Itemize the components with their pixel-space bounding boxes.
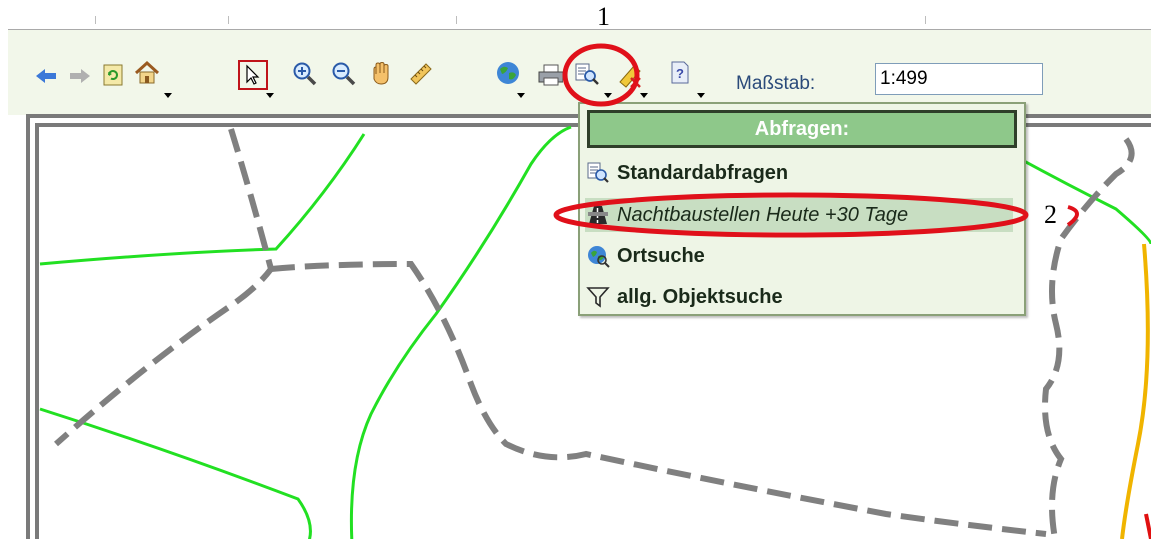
annotation-overlay [553, 43, 1079, 238]
annotation-ellipse-2 [553, 192, 1029, 238]
annotation-bracket-2 [1066, 205, 1079, 227]
callout-number-2: 2 [1044, 200, 1057, 229]
annotation-circle-1 [562, 43, 640, 107]
